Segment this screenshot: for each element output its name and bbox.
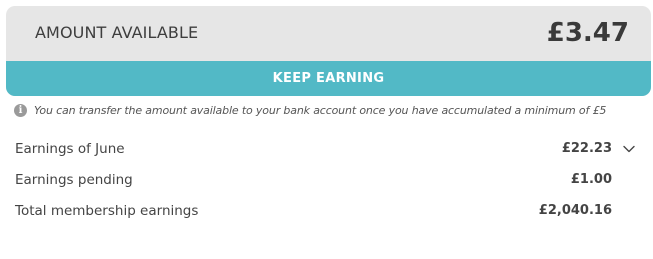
- info-icon: i: [14, 103, 27, 117]
- chevron-down-icon[interactable]: [623, 143, 635, 155]
- transfer-notice-text: You can transfer the amount available to…: [34, 103, 607, 117]
- earnings-row-month[interactable]: Earnings of June £22.23: [0, 138, 653, 162]
- total-earnings-value: £2,040.16: [538, 203, 612, 218]
- earnings-month-value: £22.23: [561, 141, 612, 156]
- earnings-row-total: Total membership earnings £2,040.16: [0, 200, 653, 224]
- earnings-pending-value: £1.00: [570, 172, 612, 187]
- amount-available-card: AMOUNT AVAILABLE £3.47 KEEP EARNING: [6, 6, 651, 96]
- total-earnings-label: Total membership earnings: [15, 203, 199, 219]
- keep-earning-button[interactable]: KEEP EARNING: [6, 61, 651, 96]
- transfer-notice: i You can transfer the amount available …: [14, 102, 606, 118]
- earnings-row-pending: Earnings pending £1.00: [0, 169, 653, 193]
- earnings-pending-label: Earnings pending: [15, 172, 133, 188]
- amount-available-header: AMOUNT AVAILABLE £3.47: [6, 6, 651, 61]
- amount-available-label: AMOUNT AVAILABLE: [35, 23, 199, 42]
- amount-available-value: £3.47: [546, 18, 629, 48]
- earnings-month-label: Earnings of June: [15, 141, 125, 157]
